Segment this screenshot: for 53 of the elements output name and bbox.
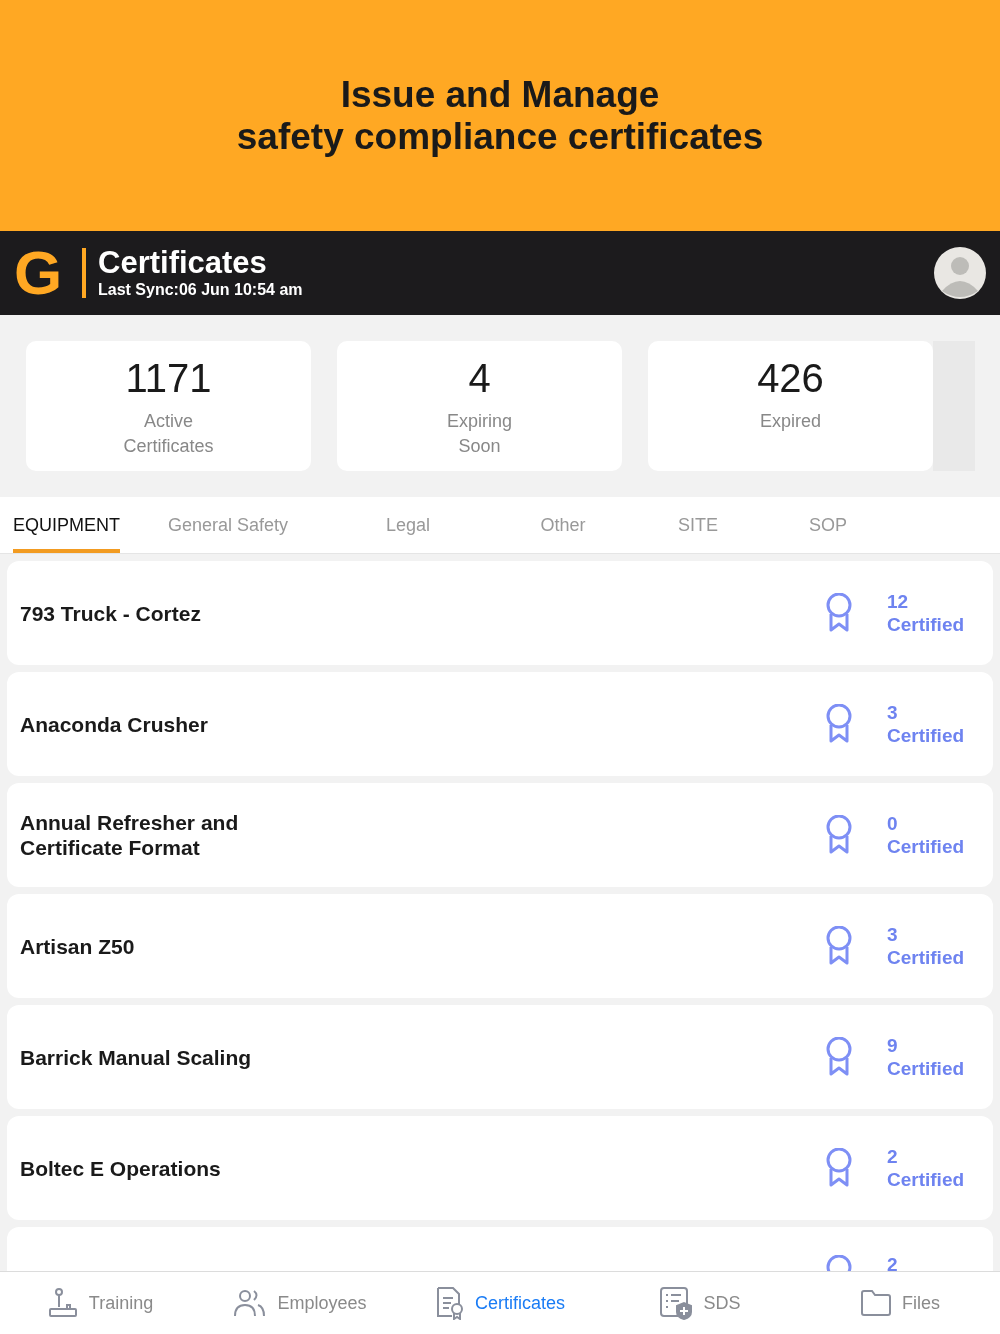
list-row-card[interactable]: Barrick Manual Scaling 9 Certified — [7, 1005, 993, 1109]
certified-count: 2 — [887, 1253, 899, 1271]
certified-count: 3 Certified — [887, 923, 966, 969]
certified-count: 0 Certified — [887, 812, 966, 858]
list-row-card[interactable]: 2 — [7, 1227, 993, 1271]
stat-value: 426 — [757, 355, 824, 401]
logo: G — [14, 242, 64, 304]
nav-tab[interactable]: Employees — [200, 1287, 400, 1319]
list-row-card[interactable]: 793 Truck - Cortez 12 Certified — [7, 561, 993, 665]
nav-tab[interactable]: SDS — [600, 1286, 800, 1320]
banner-headline: Issue and Manage safety compliance certificates — [236, 73, 764, 158]
certified-count: 3 Certified — [887, 701, 966, 747]
list-row-card[interactable]: Annual Refresher and Certificate Format 0 Certified — [7, 783, 993, 887]
tab[interactable]: SOP — [763, 497, 893, 553]
tab[interactable]: EQUIPMENT — [13, 497, 133, 553]
people-icon — [233, 1287, 268, 1319]
stat-value: 1171 — [125, 355, 212, 401]
row-title: Artisan Z50 — [20, 933, 136, 959]
certified-count: 2 Certified — [887, 1145, 966, 1191]
stat-label: Active Certificates — [123, 410, 214, 458]
ribbon-icon — [825, 1037, 853, 1077]
page-title: Certificates — [98, 246, 268, 280]
ribbon-icon — [825, 704, 853, 744]
tab[interactable]: Legal — [323, 497, 493, 553]
avatar-icon[interactable] — [934, 247, 986, 299]
row-title: Annual Refresher and Certificate Format — [20, 810, 240, 860]
list-row-card[interactable]: Artisan Z50 3 Certified — [7, 894, 993, 998]
row-title: Anaconda Crusher — [20, 711, 209, 737]
joystick-icon — [46, 1287, 79, 1319]
row-title: Boltec E Operations — [20, 1155, 222, 1181]
stat-label: Expired — [760, 410, 821, 433]
folder-icon — [860, 1289, 892, 1317]
row-title: Barrick Manual Scaling — [20, 1044, 253, 1070]
nav-tab[interactable]: Files — [800, 1289, 1000, 1317]
certified-count: 9 Certified — [887, 1034, 966, 1080]
list-icon — [659, 1286, 694, 1320]
document-icon — [435, 1286, 465, 1320]
tab[interactable]: SITE — [633, 497, 763, 553]
nav-tab[interactable]: Certificates — [400, 1286, 600, 1320]
tab[interactable]: General Safety — [133, 497, 323, 553]
row-title: 793 Truck - Cortez — [20, 600, 202, 626]
ribbon-icon — [825, 815, 853, 855]
stat-value: 4 — [468, 355, 491, 401]
last-sync-text: Last Sync:06 Jun 10:54 am — [98, 280, 304, 300]
list-row-card[interactable]: Anaconda Crusher 3 Certified — [7, 672, 993, 776]
certified-count: 12 Certified — [887, 590, 966, 636]
ribbon-icon — [825, 926, 853, 966]
tab[interactable]: Other — [493, 497, 633, 553]
ribbon-icon — [825, 593, 853, 633]
list-row-card[interactable]: Boltec E Operations 2 Certified — [7, 1116, 993, 1220]
stat-label: Expiring Soon — [447, 410, 512, 458]
nav-tab[interactable]: Training — [0, 1287, 200, 1319]
ribbon-icon — [825, 1148, 853, 1188]
